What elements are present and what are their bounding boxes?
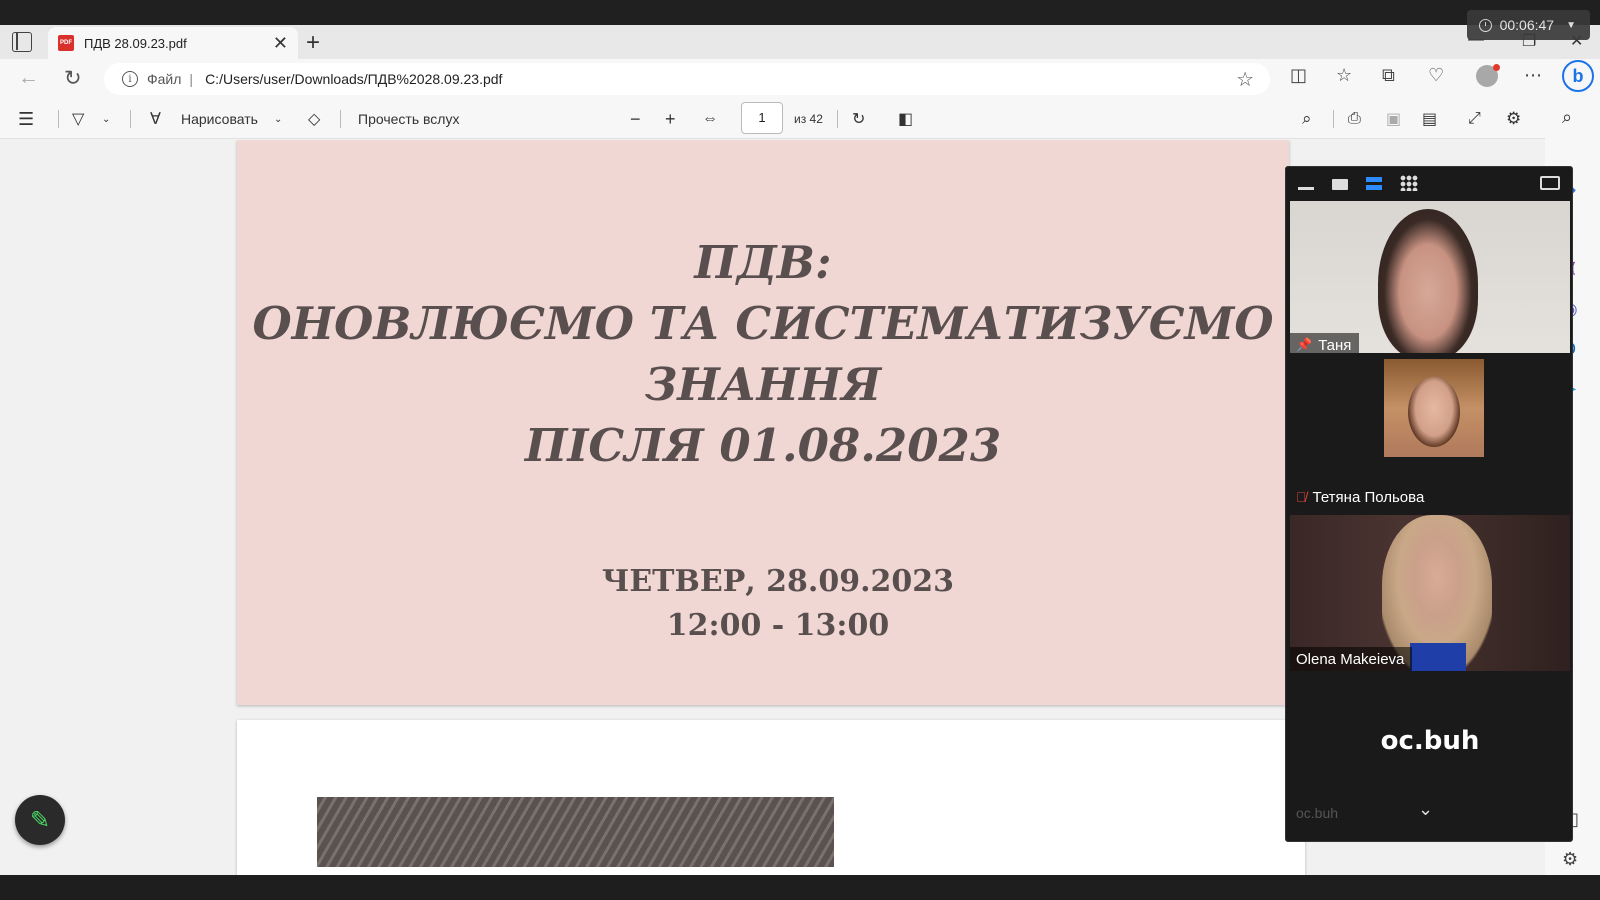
popout-icon[interactable] (1540, 176, 1560, 190)
browser-window: PDF ПДВ 28.09.23.pdf ✕ + — ❐ ✕ ← ↻ i Фай… (0, 25, 1600, 875)
title-line-1: ПДВ: (694, 236, 832, 289)
divider (340, 110, 341, 128)
contents-icon[interactable]: ☰ (18, 99, 34, 139)
tab-title: ПДВ 28.09.23.pdf (84, 35, 187, 51)
rotate-icon[interactable]: ↻ (852, 99, 865, 139)
title-line-3: ЗНАННЯ (644, 358, 882, 411)
system-bottom-bar (0, 875, 1600, 900)
favorite-star-icon[interactable]: ☆ (1236, 67, 1254, 92)
divider (837, 110, 838, 128)
print-icon[interactable]: ⎙ (1348, 99, 1361, 139)
video-tile[interactable]: 📌 Таня (1290, 201, 1570, 357)
gallery-view-icon[interactable] (1400, 175, 1418, 191)
title-line-4: ПІСЛЯ 01.08.2023 (524, 419, 1002, 472)
sidebar-settings-icon[interactable]: ⚙ (1562, 849, 1578, 870)
page-image (317, 797, 834, 867)
url-scheme: Файл (147, 71, 182, 87)
zoom-view-controls (1286, 167, 1572, 199)
highlight-icon[interactable]: ▽ (72, 99, 84, 139)
zoom-meeting-panel[interactable]: 📌 Таня 🎙̸ Тетяна Польова Olena Makeieva … (1285, 166, 1573, 842)
participant-namebar: 🎙̸ Тетяна Польова (1290, 485, 1432, 509)
participant-name: Тетяна Польова (1312, 488, 1425, 506)
favorites-icon[interactable]: ☆ (1336, 65, 1352, 86)
minimize-view-icon[interactable] (1298, 187, 1314, 190)
pin-icon: 📌 (1296, 337, 1313, 352)
page-view-icon[interactable]: ◧ (898, 99, 913, 139)
system-top-bar (0, 0, 1600, 25)
bing-copilot-icon[interactable]: b (1562, 60, 1594, 92)
back-icon[interactable]: ← (18, 66, 39, 90)
pdf-toolbar: ☰ ▽ ⌄ ∀ Нарисовать ⌄ ◇ Прочесть вслух − … (0, 99, 1545, 139)
timer-value: 00:06:47 (1499, 17, 1555, 33)
read-aloud-button[interactable]: Прочесть вслух (358, 99, 459, 139)
tab-pdf[interactable]: PDF ПДВ 28.09.23.pdf ✕ (48, 27, 298, 59)
clock-icon (1478, 18, 1492, 32)
more-options-icon[interactable]: ⋯ (1524, 65, 1542, 86)
pdf-page-1: ПДВ: ОНОВЛЮЄМО ТА СИСТЕМАТИЗУЄМО ЗНАННЯ … (237, 140, 1289, 705)
new-tab-button[interactable]: + (306, 29, 320, 57)
participant-video (1378, 209, 1478, 357)
url-separator: | (189, 71, 194, 87)
participant-name: Таня (1318, 336, 1352, 354)
slide-date: ЧЕТВЕР, 28.09.2023 (601, 564, 955, 599)
chevron-down-icon[interactable]: ⌄ (102, 99, 110, 139)
chevron-down-icon[interactable]: ⌄ (274, 99, 282, 139)
draw-button[interactable]: Нарисовать (181, 99, 258, 139)
eraser-icon[interactable]: ◇ (308, 99, 320, 139)
info-icon[interactable]: i (122, 71, 138, 87)
tab-strip: PDF ПДВ 28.09.23.pdf ✕ + — ❐ ✕ (0, 25, 1600, 59)
divider (1333, 110, 1334, 128)
mic-muted-icon: 🎙̸ (1296, 489, 1307, 505)
slide-datetime: ЧЕТВЕР, 28.09.2023 12:00 - 13:00 (237, 560, 1319, 648)
sidebar-search-icon[interactable]: ⌕ (1562, 107, 1572, 128)
participant-name-large: oc.buh (1380, 726, 1480, 756)
participant-namebar: Olena Makeieva (1290, 647, 1413, 671)
fit-width-icon[interactable]: ⇔ (702, 99, 718, 139)
slide-time: 12:00 - 13:00 (666, 608, 890, 643)
zoom-out-icon[interactable]: − (630, 99, 641, 139)
tab-actions-icon[interactable] (12, 32, 32, 52)
collections-icon[interactable]: ⧉ (1382, 65, 1395, 86)
close-icon[interactable]: ✕ (273, 33, 288, 54)
search-icon[interactable]: ⌕ (1302, 99, 1312, 139)
chevron-down-icon[interactable]: ⌄ (1418, 799, 1433, 820)
video-tile[interactable]: 🎙̸ Тетяна Польова (1290, 353, 1570, 509)
pdf-page-2 (237, 720, 1305, 875)
save-icon[interactable]: ▣ (1386, 99, 1401, 139)
page-total: из 42 (794, 112, 823, 126)
title-line-2: ОНОВЛЮЄМО ТА СИСТЕМАТИЗУЄМО (252, 297, 1274, 350)
pdf-icon: PDF (58, 35, 74, 51)
address-bar-row: ← ↻ i Файл | C:/Users/user/Downloads/ПДВ… (0, 59, 1600, 99)
url-text[interactable]: C:/Users/user/Downloads/ПДВ%2028.09.23.p… (205, 71, 502, 87)
participant-name: Olena Makeieva (1296, 650, 1405, 668)
pen-fab-button[interactable]: ✎ (15, 795, 65, 845)
chevron-down-icon[interactable]: ▼ (1566, 20, 1576, 31)
save-as-icon[interactable]: ▤ (1422, 99, 1437, 139)
profile-avatar[interactable] (1476, 64, 1500, 87)
settings-icon[interactable]: ⚙ (1506, 99, 1521, 139)
address-bar[interactable]: i Файл | C:/Users/user/Downloads/ПДВ%202… (104, 63, 1270, 95)
slide-title: ПДВ: ОНОВЛЮЄМО ТА СИСТЕМАТИЗУЄМО ЗНАННЯ … (237, 232, 1289, 476)
browser-essentials-icon[interactable]: ♡ (1428, 65, 1444, 86)
recording-timer[interactable]: 00:06:47 ▼ (1466, 10, 1590, 40)
split-screen-icon[interactable]: ◫ (1290, 65, 1307, 86)
refresh-icon[interactable]: ↻ (64, 66, 82, 91)
participant-avatar (1384, 359, 1484, 457)
zoom-in-icon[interactable]: + (665, 99, 676, 139)
fullscreen-icon[interactable]: ⤢ (1468, 99, 1481, 139)
page-number-input[interactable]: 1 (741, 102, 783, 134)
speaker-view-icon[interactable] (1332, 179, 1348, 190)
divider (58, 110, 59, 128)
participant-name: oc.buh (1296, 805, 1339, 821)
strip-view-icon[interactable] (1366, 177, 1382, 190)
divider (130, 110, 131, 128)
draw-icon[interactable]: ∀ (150, 99, 161, 139)
video-tile[interactable]: Olena Makeieva (1290, 515, 1570, 671)
